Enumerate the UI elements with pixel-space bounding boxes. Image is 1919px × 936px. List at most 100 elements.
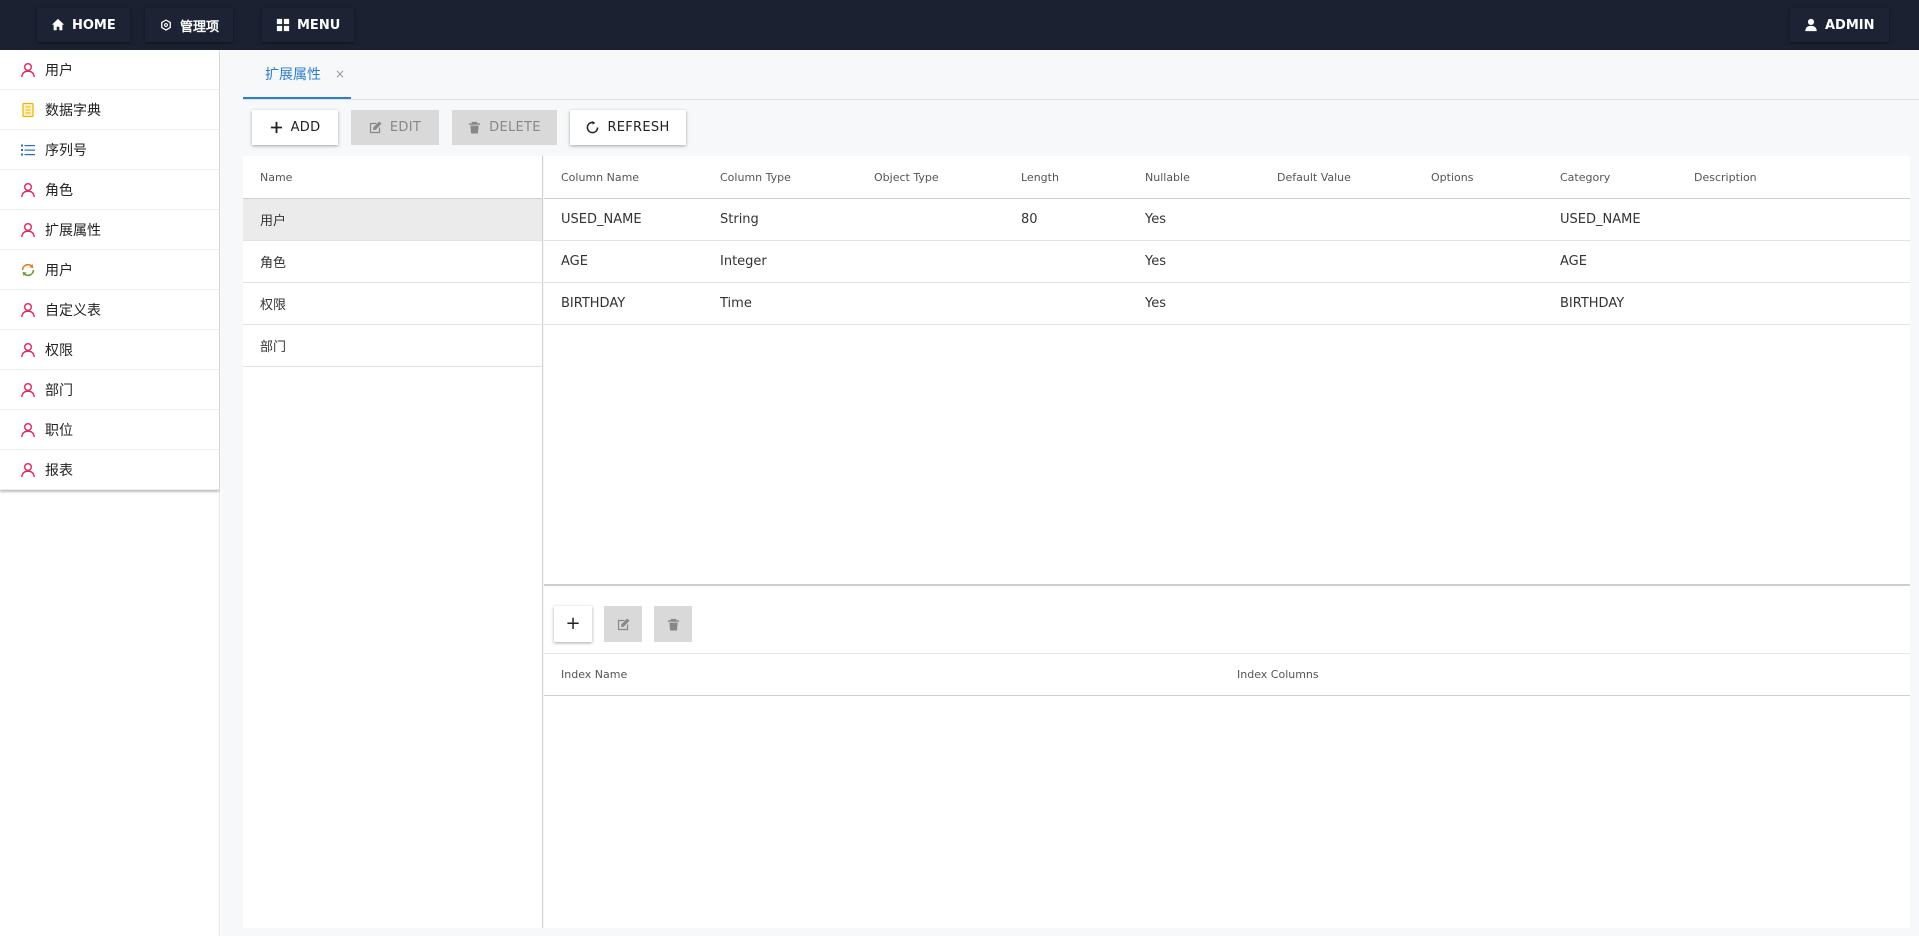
home-label: HOME — [72, 17, 116, 33]
table-cell: BIRTHDAY — [561, 296, 626, 311]
admin-button[interactable]: ADMIN — [1790, 8, 1889, 42]
sidebar-item-label: 用户 — [45, 62, 73, 79]
sidebar-list: 用户 数据字典 序列号 角色 扩展属性 用户 自定义表 权限 部门 职位 报表 — [0, 50, 219, 490]
sidebar-item[interactable]: 部门 — [0, 370, 219, 410]
sidebar-item-label: 扩展属性 — [45, 222, 101, 239]
column-header[interactable]: Object Type — [874, 156, 939, 198]
index-header-row: Index Name Index Columns — [544, 653, 1910, 696]
grid-icon — [276, 18, 290, 32]
main-area: 扩展属性 × ADD EDIT DELETE REFRESH Name 用户 角色… — [221, 50, 1919, 936]
refresh-label: REFRESH — [607, 120, 670, 135]
user-icon — [21, 462, 35, 477]
sidebar-item[interactable]: 用户 — [0, 250, 219, 290]
sidebar-item-label: 报表 — [45, 462, 73, 479]
table-cell: USED_NAME — [1560, 212, 1641, 227]
user-icon — [21, 222, 35, 237]
entity-list: Name 用户 角色 权限 部门 — [243, 156, 543, 928]
sidebar-item-label: 职位 — [45, 422, 73, 439]
sidebar-item[interactable]: 用户 — [0, 50, 219, 90]
user-icon — [21, 302, 35, 317]
index-columns-header: Index Columns — [1237, 668, 1319, 681]
table-cell: Integer — [720, 254, 767, 269]
tab-extended-attributes[interactable]: 扩展属性 × — [243, 50, 351, 99]
home-icon — [51, 18, 65, 31]
entity-row[interactable]: 权限 — [243, 283, 542, 325]
table-cell: String — [720, 212, 759, 227]
manage-button[interactable]: 管理项 — [145, 8, 234, 42]
entity-row[interactable]: 部门 — [243, 325, 542, 367]
sidebar-item[interactable]: 报表 — [0, 450, 219, 490]
column-header[interactable]: Length — [1021, 156, 1059, 198]
sidebar-item-label: 权限 — [45, 342, 73, 359]
user-icon — [21, 182, 35, 197]
column-header[interactable]: Column Name — [561, 156, 639, 198]
manage-label: 管理项 — [180, 19, 220, 35]
user-icon — [21, 342, 35, 357]
table-cell: 80 — [1021, 212, 1038, 227]
table-cell: AGE — [1560, 254, 1587, 269]
delete-button[interactable]: DELETE — [452, 110, 557, 145]
table-cell: AGE — [561, 254, 588, 269]
user-icon — [21, 382, 35, 397]
person-icon — [1805, 18, 1817, 32]
sidebar-item[interactable]: 数据字典 — [0, 90, 219, 130]
sidebar-item[interactable]: 权限 — [0, 330, 219, 370]
plus-icon — [270, 121, 282, 134]
delete-index-button[interactable] — [654, 606, 692, 642]
panel-splitter[interactable] — [544, 584, 1910, 586]
column-header[interactable]: Default Value — [1277, 156, 1351, 198]
refresh-icon — [587, 121, 599, 134]
sync-icon — [21, 263, 35, 276]
sidebar: 用户 数据字典 序列号 角色 扩展属性 用户 自定义表 权限 部门 职位 报表 — [0, 50, 220, 936]
table-row[interactable]: AGE Integer Yes AGE — [544, 241, 1910, 283]
add-index-button[interactable]: + — [554, 606, 592, 642]
sidebar-item-label: 部门 — [45, 382, 73, 399]
menu-label: MENU — [297, 17, 341, 33]
notebook-icon — [22, 102, 34, 117]
table-cell: Time — [720, 296, 752, 311]
sidebar-item-label: 数据字典 — [45, 102, 101, 119]
edit-button[interactable]: EDIT — [351, 110, 439, 145]
sidebar-item-label: 序列号 — [45, 142, 87, 159]
trash-icon — [667, 618, 679, 631]
refresh-button[interactable]: REFRESH — [570, 110, 686, 145]
top-bar: HOME 管理项 MENU ADMIN — [0, 0, 1919, 50]
sidebar-item[interactable]: 职位 — [0, 410, 219, 450]
menu-button[interactable]: MENU — [262, 8, 355, 42]
edit-index-button[interactable] — [604, 606, 642, 642]
columns-table: Column Name Column Type Object Type Length N… — [544, 156, 1910, 325]
entity-row[interactable]: 角色 — [243, 241, 542, 283]
column-grid-panel: Column Name Column Type Object Type Length N… — [544, 156, 1910, 928]
entity-row[interactable]: 用户 — [243, 199, 542, 241]
add-button[interactable]: ADD — [252, 110, 338, 145]
index-name-header: Index Name — [561, 668, 628, 681]
sidebar-item-label: 自定义表 — [45, 302, 101, 319]
table-cell: USED_NAME — [561, 212, 642, 227]
sidebar-item[interactable]: 扩展属性 — [0, 210, 219, 250]
edit-label: EDIT — [389, 120, 422, 135]
table-cell: Yes — [1145, 212, 1166, 227]
name-header: Name — [243, 156, 542, 199]
column-header[interactable]: Nullable — [1145, 156, 1190, 198]
table-row[interactable]: BIRTHDAY Time Yes BIRTHDAY — [544, 283, 1910, 325]
sidebar-item-label: 角色 — [45, 182, 73, 199]
columns-header-row: Column Name Column Type Object Type Length N… — [544, 156, 1910, 199]
user-icon — [21, 422, 35, 437]
user-icon — [21, 62, 35, 77]
close-icon[interactable]: × — [335, 67, 345, 81]
admin-label: ADMIN — [1825, 17, 1875, 33]
gear-icon — [161, 19, 171, 31]
column-header[interactable]: Column Type — [720, 156, 791, 198]
sidebar-item[interactable]: 角色 — [0, 170, 219, 210]
column-header[interactable]: Description — [1694, 156, 1757, 198]
column-header[interactable]: Category — [1560, 156, 1610, 198]
table-row[interactable]: USED_NAME String 80 Yes USED_NAME — [544, 199, 1910, 241]
sidebar-item[interactable]: 自定义表 — [0, 290, 219, 330]
home-button[interactable]: HOME — [37, 8, 130, 42]
trash-icon — [469, 121, 481, 134]
tab-label: 扩展属性 — [265, 66, 321, 83]
sidebar-item[interactable]: 序列号 — [0, 130, 219, 170]
sidebar-item-label: 用户 — [45, 262, 73, 279]
table-cell: Yes — [1145, 254, 1166, 269]
column-header[interactable]: Options — [1431, 156, 1473, 198]
